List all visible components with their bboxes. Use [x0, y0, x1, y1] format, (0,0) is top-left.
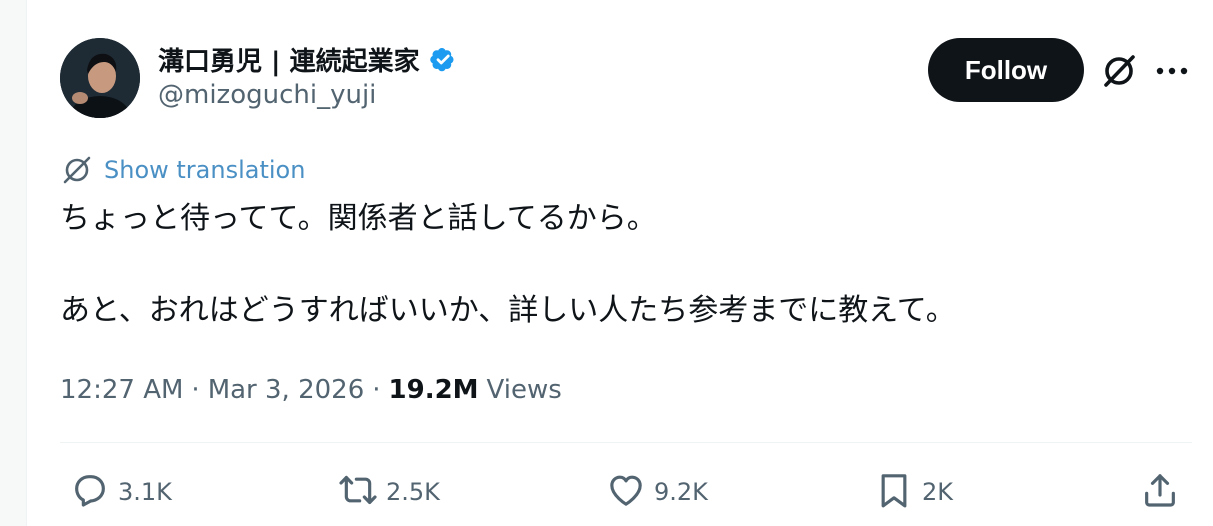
meta-separator: · — [372, 375, 381, 405]
tweet-date[interactable]: Mar 3, 2026 — [208, 375, 365, 405]
translation-row[interactable]: Show translation — [60, 152, 305, 188]
meta-separator: · — [191, 375, 200, 405]
retweet-icon — [338, 470, 378, 514]
views-label: Views — [486, 375, 562, 405]
retweet-button[interactable]: 2.5K — [338, 470, 440, 514]
show-translation-link[interactable]: Show translation — [104, 156, 305, 184]
bookmark-button[interactable]: 2K — [874, 470, 953, 514]
share-button[interactable] — [1140, 470, 1180, 514]
tweet-meta: 12:27 AM · Mar 3, 2026 · 19.2M Views — [60, 370, 562, 410]
like-count: 9.2K — [654, 478, 708, 506]
reply-icon — [70, 470, 110, 514]
divider — [60, 442, 1192, 443]
author-handle[interactable]: @mizoguchi_yuji — [158, 80, 376, 110]
like-button[interactable]: 9.2K — [606, 470, 708, 514]
views-count[interactable]: 19.2M — [389, 375, 479, 405]
heart-icon — [606, 470, 646, 514]
avatar[interactable] — [60, 38, 140, 118]
timeline-edge — [0, 0, 27, 526]
retweet-count: 2.5K — [386, 478, 440, 506]
tweet-line-1: ちょっと待ってて。関係者と話してるから。 — [60, 201, 657, 236]
follow-button[interactable]: Follow — [928, 38, 1084, 102]
tweet-line-gap — [60, 242, 1180, 288]
tweet-time[interactable]: 12:27 AM — [60, 375, 183, 405]
tweet-line-2: あと、おれはどうすればいいか、詳しい人たち参考までに教えて。 — [60, 293, 956, 328]
share-icon — [1140, 470, 1180, 514]
reply-count: 3.1K — [118, 478, 172, 506]
tweet-text: ちょっと待ってて。関係者と話してるから。 あと、おれはどうすればいいか、詳しい人… — [60, 196, 1180, 334]
more-icon[interactable] — [1152, 56, 1192, 86]
grok-icon[interactable] — [1100, 52, 1138, 90]
verified-badge-icon — [428, 44, 458, 74]
grok-translate-icon — [60, 153, 94, 187]
reply-button[interactable]: 3.1K — [70, 470, 172, 514]
author-name-row: 溝口勇児 | 連続起業家 — [158, 40, 458, 78]
bookmark-count: 2K — [922, 478, 954, 506]
bookmark-icon — [874, 470, 914, 514]
author-display-name[interactable]: 溝口勇児 | 連続起業家 — [158, 41, 420, 78]
